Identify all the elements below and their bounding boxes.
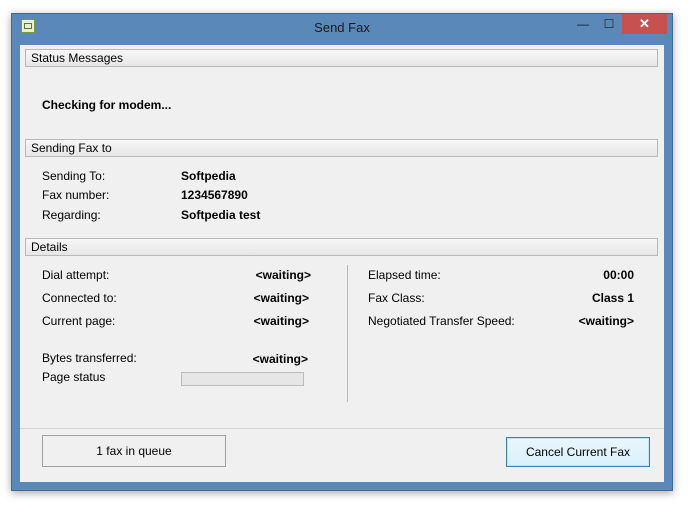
close-button[interactable]: ✕ bbox=[622, 14, 667, 34]
details-divider bbox=[347, 265, 348, 402]
elapsed-time-label: Elapsed time: bbox=[368, 268, 441, 282]
connected-to-label: Connected to: bbox=[42, 291, 117, 305]
current-page-value: <waiting> bbox=[253, 314, 309, 328]
sending-to-value: Softpedia bbox=[181, 169, 236, 183]
title-bar[interactable]: Send Fax — ☐ ✕ bbox=[12, 14, 672, 40]
fax-class-label: Fax Class: bbox=[368, 291, 425, 305]
sending-fax-to-header: Sending Fax to bbox=[25, 139, 658, 157]
fax-number-label: Fax number: bbox=[42, 188, 110, 202]
page-status-label: Page status bbox=[42, 370, 106, 384]
regarding-label: Regarding: bbox=[42, 208, 101, 222]
cancel-current-fax-button[interactable]: Cancel Current Fax bbox=[506, 437, 650, 467]
regarding-value: Softpedia test bbox=[181, 208, 261, 222]
negotiated-speed-value: <waiting> bbox=[578, 314, 634, 328]
minimize-button[interactable]: — bbox=[570, 14, 596, 34]
status-messages-header: Status Messages bbox=[25, 49, 658, 67]
page-status-progress-bar bbox=[181, 372, 304, 386]
maximize-button[interactable]: ☐ bbox=[596, 14, 622, 34]
footer-separator bbox=[20, 428, 664, 429]
negotiated-speed-label: Negotiated Transfer Speed: bbox=[368, 314, 515, 328]
fax-class-value: Class 1 bbox=[591, 291, 634, 305]
fax-number-value: 1234567890 bbox=[181, 188, 248, 202]
current-page-label: Current page: bbox=[42, 314, 116, 328]
details-header: Details bbox=[25, 238, 658, 256]
bytes-transferred-value: <waiting> bbox=[252, 352, 308, 366]
status-message: Checking for modem... bbox=[42, 98, 172, 112]
sending-to-label: Sending To: bbox=[42, 169, 106, 183]
bytes-transferred-label: Bytes transferred: bbox=[42, 351, 137, 365]
connected-to-value: <waiting> bbox=[253, 291, 309, 305]
dialog-content: Status Messages Checking for modem... Se… bbox=[20, 45, 664, 482]
dial-attempt-label: Dial attempt: bbox=[42, 268, 110, 282]
send-fax-window: Send Fax — ☐ ✕ Status Messages Checking … bbox=[11, 13, 673, 491]
fax-queue-status: 1 fax in queue bbox=[42, 435, 226, 467]
elapsed-time-value: 00:00 bbox=[603, 268, 634, 282]
dial-attempt-value: <waiting> bbox=[255, 268, 311, 282]
